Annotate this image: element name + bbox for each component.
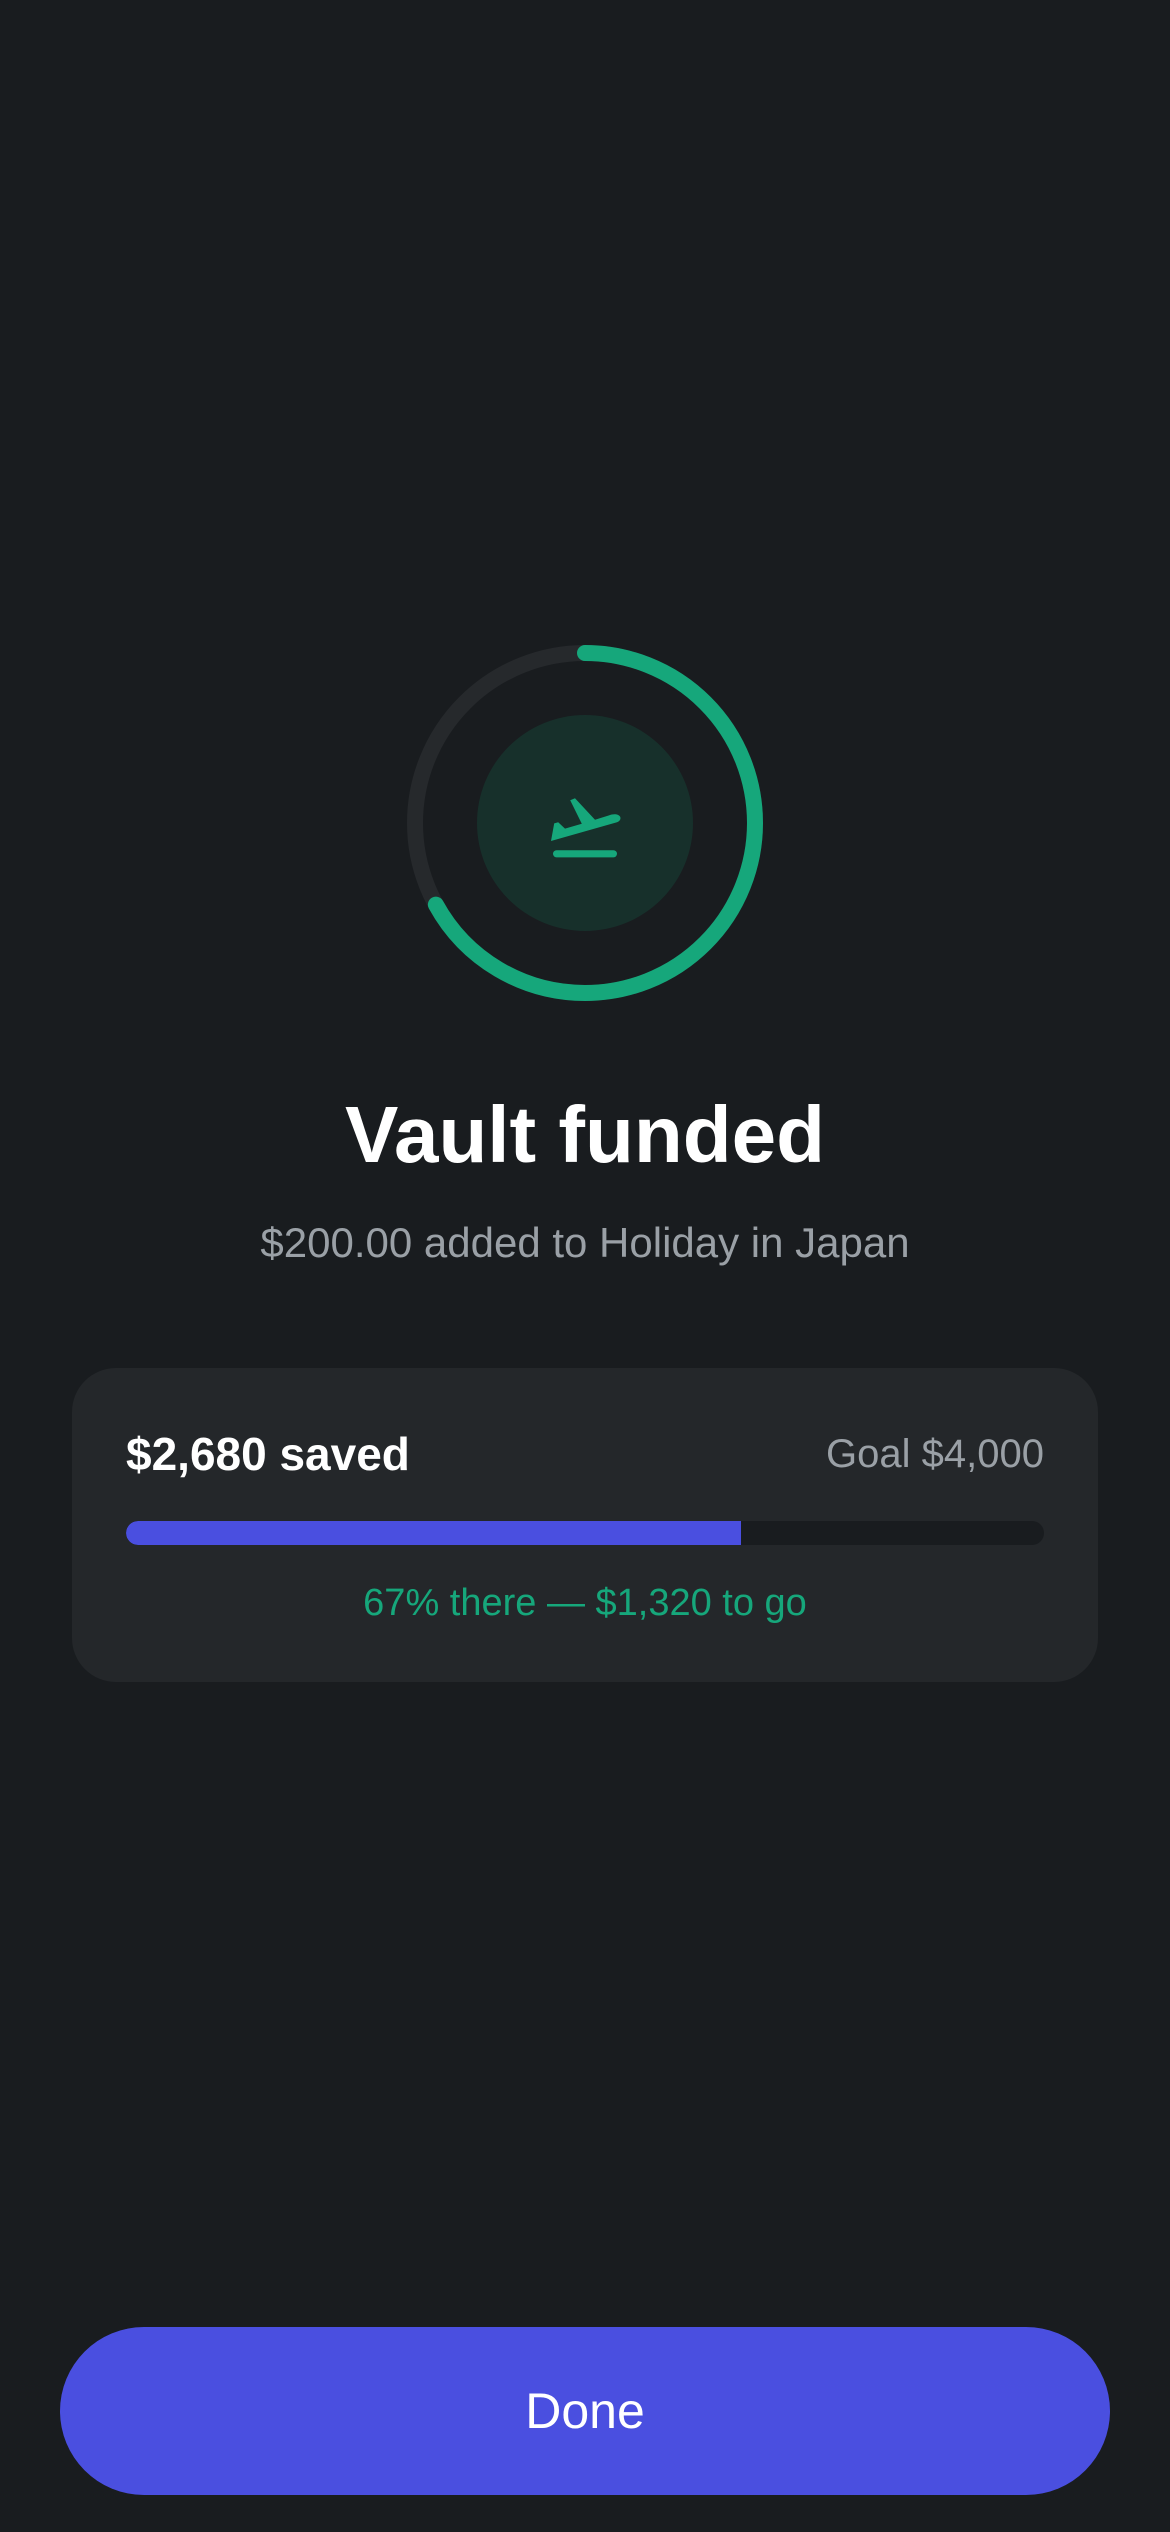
plane-departure-icon <box>551 798 621 858</box>
done-button[interactable]: Done <box>60 2327 1110 2495</box>
goal-amount: Goal $4,000 <box>826 1432 1044 1476</box>
done-button-label: Done <box>525 2383 645 2439</box>
icon-badge <box>477 715 693 931</box>
progress-remaining-text: 67% there — $1,320 to go <box>363 1582 807 1624</box>
confirmation-subtitle: $200.00 added to Holiday in Japan <box>260 1219 910 1266</box>
progress-bar-fill <box>126 1521 742 1545</box>
page-title: Vault funded <box>345 1090 825 1179</box>
progress-bar-track <box>126 1521 1044 1545</box>
saved-amount: $2,680 saved <box>126 1428 410 1480</box>
progress-ring <box>407 645 763 1001</box>
savings-summary-card: $2,680 saved Goal $4,000 67% there — $1,… <box>72 1368 1098 1682</box>
